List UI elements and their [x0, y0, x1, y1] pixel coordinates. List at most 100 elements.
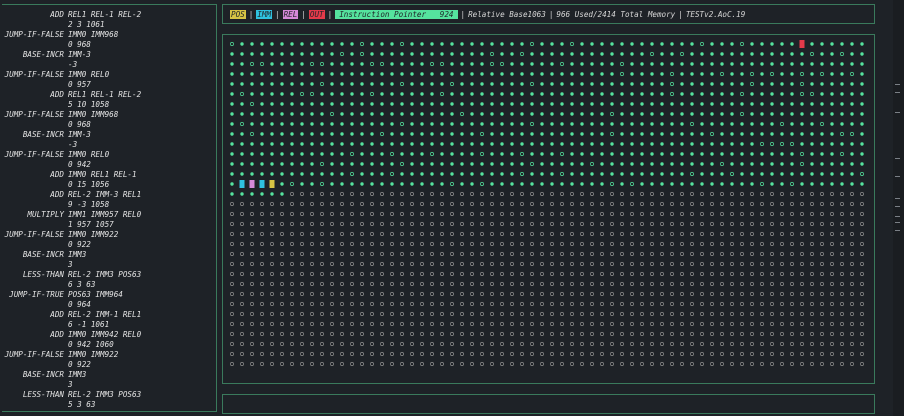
- memory-cell-empty: [770, 362, 774, 366]
- memory-cell-empty: [650, 272, 654, 276]
- memory-cell-used: [450, 172, 454, 176]
- memory-cell-used: [710, 62, 714, 66]
- memory-cell-used: [580, 122, 584, 126]
- memory-cell-used: [840, 142, 844, 146]
- memory-cell-empty: [820, 202, 824, 206]
- memory-cell-used: [760, 72, 764, 76]
- instruction-row[interactable]: ADD REL-2 IMM-1 REL1 6 -1 1061: [2, 305, 216, 329]
- memory-cell-empty: [610, 272, 614, 276]
- memory-cell-empty: [630, 212, 634, 216]
- instruction-row[interactable]: ADD REL1 REL-1 REL-2 5 10 1058: [2, 85, 216, 109]
- instruction-row[interactable]: LESS-THAN REL-2 IMM3 POS63 5 3 63: [2, 385, 216, 409]
- memory-cell-empty: [780, 252, 784, 256]
- memory-cell-empty: [650, 292, 654, 296]
- instruction-row[interactable]: BASE-INCR IMM3 3: [2, 365, 216, 389]
- memory-cell-empty: [320, 202, 324, 206]
- memory-cell-empty: [450, 252, 454, 256]
- memory-cell-empty: [460, 222, 464, 226]
- memory-cell-empty: [690, 202, 694, 206]
- memory-cell-used: [590, 62, 594, 66]
- memory-cell-zero: [750, 72, 754, 76]
- memory-cell-used: [710, 182, 714, 186]
- memory-cell-empty: [270, 282, 274, 286]
- memory-cell-empty: [760, 232, 764, 236]
- memory-cell-empty: [540, 212, 544, 216]
- instruction-row[interactable]: JUMP-IF-FALSE IMM0 REL0 0 957: [2, 65, 216, 89]
- memory-cell-used: [540, 122, 544, 126]
- memory-cell-used: [790, 82, 794, 86]
- memory-cell-used: [470, 72, 474, 76]
- memory-cell-empty: [390, 342, 394, 346]
- instruction-row[interactable]: JUMP-IF-FALSE IMM0 IMM922 0 922: [2, 225, 216, 249]
- legend-imm: IMM: [256, 9, 273, 19]
- memory-cell-used: [290, 132, 294, 136]
- instruction-row[interactable]: LESS-THAN REL-2 IMM3 POS63 6 3 63: [2, 265, 216, 289]
- memory-cell-empty: [490, 272, 494, 276]
- memory-cell-empty: [370, 342, 374, 346]
- memory-cell-used: [600, 122, 604, 126]
- memory-cell-empty: [230, 282, 234, 286]
- instruction-row[interactable]: BASE-INCR IMM-3 -3: [2, 45, 216, 69]
- instruction-row[interactable]: ADD IMM0 REL1 REL-1 0 15 1056: [2, 165, 216, 189]
- instruction-row[interactable]: ADD IMM0 IMM942 REL0 0 942 1060: [2, 325, 216, 349]
- memory-cell-used: [860, 162, 864, 166]
- memory-cell-empty: [370, 292, 374, 296]
- memory-cell-empty: [350, 222, 354, 226]
- memory-cell-empty: [370, 252, 374, 256]
- memory-cell-used: [320, 102, 324, 106]
- memory-cell-zero: [370, 92, 374, 96]
- instruction-row[interactable]: ADD REL-2 IMM-3 REL1 9 -3 1058: [2, 185, 216, 209]
- instruction-line: LESS-THAN REL-2 IMM3 POS63: [2, 390, 141, 400]
- memory-cell-used: [620, 162, 624, 166]
- memory-cell-empty: [360, 292, 364, 296]
- instruction-row[interactable]: ADD REL1 REL-1 REL-2 2 3 1061: [2, 5, 216, 29]
- memory-cell-used: [550, 72, 554, 76]
- memory-cell-empty: [740, 252, 744, 256]
- instruction-row[interactable]: JUMP-IF-FALSE IMM0 IMM968 0 968: [2, 105, 216, 129]
- memory-cell-used: [360, 112, 364, 116]
- memory-cell-used: [610, 92, 614, 96]
- memory-cell-empty: [310, 342, 314, 346]
- memory-cell-empty: [350, 272, 354, 276]
- memory-cell-empty: [690, 242, 694, 246]
- memory-cell-used: [300, 102, 304, 106]
- scrollbar[interactable]: [893, 0, 904, 416]
- memory-cell-empty: [570, 262, 574, 266]
- memory-cell-empty: [800, 332, 804, 336]
- memory-cell-empty: [760, 292, 764, 296]
- memory-cell-empty: [760, 202, 764, 206]
- instruction-row[interactable]: JUMP-IF-FALSE IMM0 IMM922 0 922: [2, 345, 216, 369]
- disassembly-panel[interactable]: ADD REL1 REL-1 REL-2 2 3 1061 JUMP-IF-FALSE…: [2, 4, 217, 412]
- memory-cell-empty: [720, 262, 724, 266]
- memory-cell-empty: [360, 242, 364, 246]
- memory-cell-empty: [770, 232, 774, 236]
- memory-cell-empty: [770, 332, 774, 336]
- memory-grid-panel: [222, 34, 875, 384]
- instruction-row[interactable]: BASE-INCR IMM3 3: [2, 245, 216, 269]
- instruction-params: IMM0 IMM922: [68, 350, 119, 359]
- memory-cell-used: [310, 162, 314, 166]
- instruction-row[interactable]: BASE-INCR IMM-3 -3: [2, 125, 216, 149]
- memory-cell-empty: [650, 302, 654, 306]
- memory-cell-used: [660, 132, 664, 136]
- instruction-params: REL-2 IMM3 POS63: [68, 390, 142, 399]
- memory-cell-empty: [580, 292, 584, 296]
- instruction-row[interactable]: JUMP-IF-FALSE IMM0 IMM968 0 968: [2, 25, 216, 49]
- memory-cell-empty: [470, 292, 474, 296]
- memory-cell-empty: [560, 312, 564, 316]
- instruction-row[interactable]: MULTIPLY IMM1 IMM957 REL0 1 957 1057: [2, 205, 216, 229]
- memory-cell-used: [560, 102, 564, 106]
- memory-cell-empty: [840, 332, 844, 336]
- memory-cell-used: [660, 162, 664, 166]
- memory-cell-empty: [290, 222, 294, 226]
- memory-cell-empty: [790, 242, 794, 246]
- memory-cell-used: [780, 132, 784, 136]
- memory-cell-empty: [640, 192, 644, 196]
- memory-cell-used: [500, 142, 504, 146]
- memory-cell-used: [730, 72, 734, 76]
- instruction-row[interactable]: JUMP-IF-FALSE IMM0 REL0 0 942: [2, 145, 216, 169]
- memory-cell-used: [820, 52, 824, 56]
- memory-cell-used: [230, 162, 234, 166]
- memory-cell-used: [780, 52, 784, 56]
- instruction-row[interactable]: JUMP-IF-TRUE POS63 IMM964 0 964: [2, 285, 216, 309]
